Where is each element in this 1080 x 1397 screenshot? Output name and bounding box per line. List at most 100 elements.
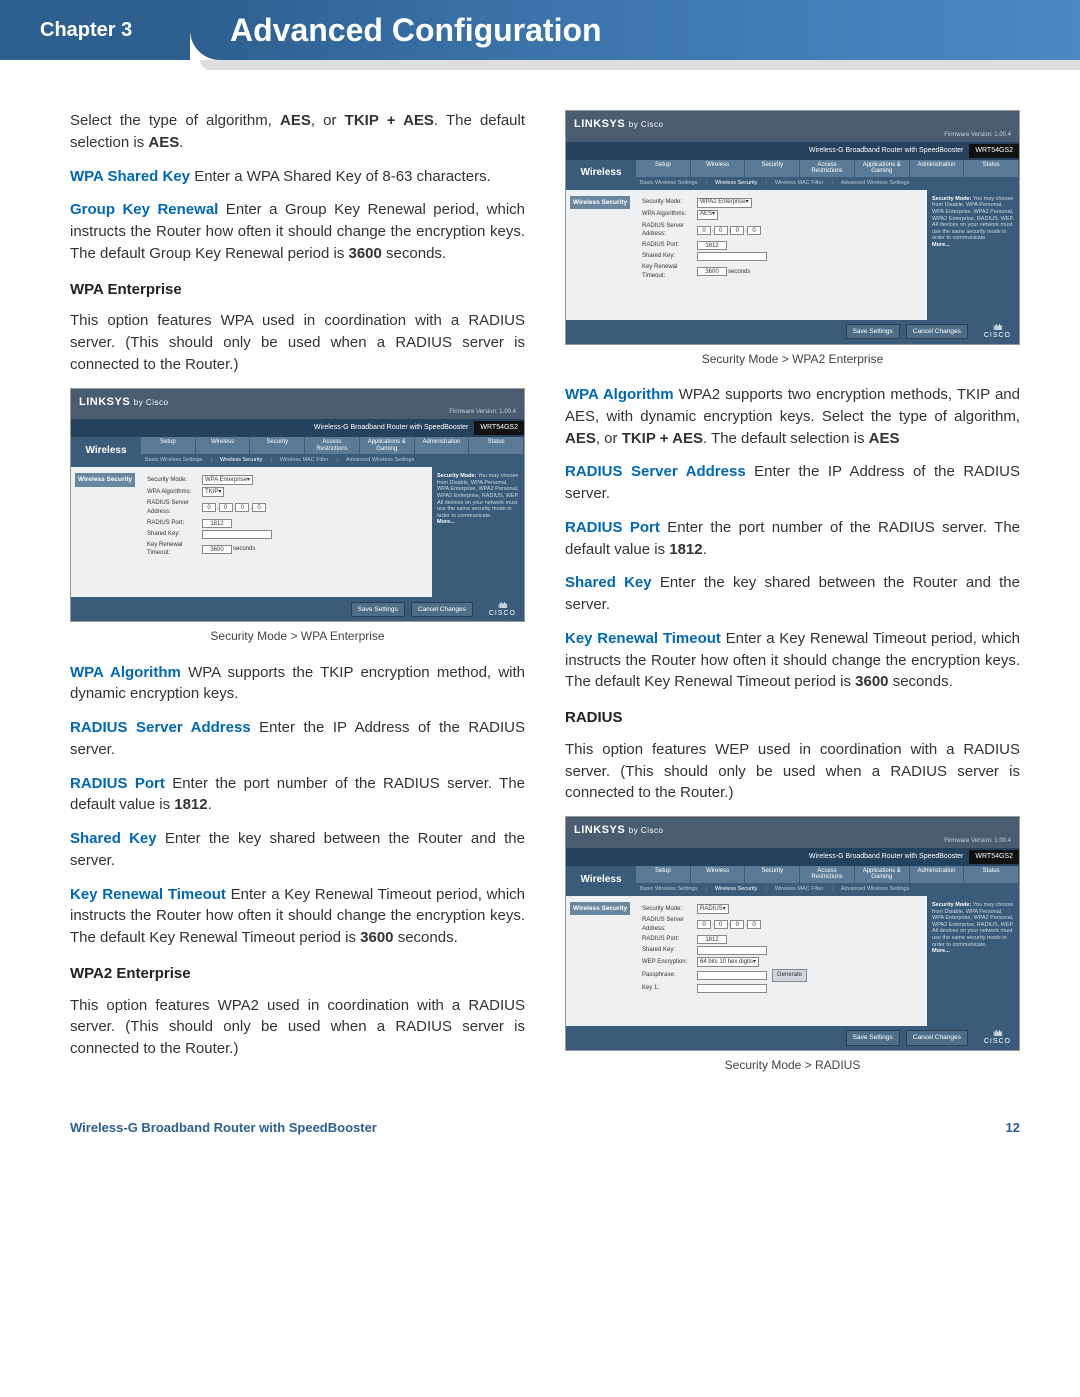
product-name: Wireless-G Broadband Router with SpeedBo… [566, 852, 969, 862]
tab-wireless[interactable]: Wireless [691, 866, 746, 883]
subtab-basic[interactable]: Basic Wireless Settings [141, 455, 206, 467]
tab-setup[interactable]: Setup [141, 437, 196, 454]
radius-ip-3[interactable]: 0 [730, 226, 744, 235]
radius-ip-2[interactable]: 0 [714, 226, 728, 235]
para: Group Key Renewal Enter a Group Key Rene… [70, 199, 525, 264]
radius-ip-4[interactable]: 0 [252, 503, 266, 512]
section-label: Wireless Security [570, 902, 630, 915]
save-settings-button[interactable]: Save Settings [351, 602, 405, 617]
radius-ip-1[interactable]: 0 [697, 920, 711, 929]
radius-ip-4[interactable]: 0 [747, 920, 761, 929]
footer-product: Wireless-G Broadband Router with SpeedBo… [70, 1120, 377, 1135]
tab-wireless[interactable]: Wireless [196, 437, 251, 454]
para: Key Renewal Timeout Enter a Key Renewal … [70, 884, 525, 949]
tab-apps[interactable]: Applications & Gaming [855, 160, 910, 177]
subtab-basic[interactable]: Basic Wireless Settings [636, 178, 701, 190]
cisco-logo: ıılıılııCISCO [984, 1030, 1011, 1045]
passphrase-input[interactable] [697, 971, 767, 980]
section-label: Wireless Security [75, 473, 135, 486]
tab-wireless[interactable]: Wireless [691, 160, 746, 177]
footer-page-number: 12 [1006, 1120, 1020, 1135]
tab-access[interactable]: Access Restrictions [800, 160, 855, 177]
wpa-algorithm-select[interactable]: AES ▾ [697, 210, 718, 220]
tab-status[interactable]: Status [469, 437, 524, 454]
screenshot-wpa-enterprise: LINKSYS by Cisco Firmware Version: 1.00.… [70, 388, 525, 623]
left-column: Select the type of algorithm, AES, or TK… [70, 110, 525, 1090]
tab-access[interactable]: Access Restrictions [800, 866, 855, 883]
tab-apps[interactable]: Applications & Gaming [360, 437, 415, 454]
para: This option features WPA2 used in coordi… [70, 995, 525, 1060]
subtab-mac[interactable]: Wireless MAC Filter [771, 884, 828, 896]
tab-admin[interactable]: Administration [415, 437, 470, 454]
tab-admin[interactable]: Administration [910, 160, 965, 177]
wpa-algorithm-select[interactable]: TKIP ▾ [202, 487, 224, 497]
key-renewal-input[interactable]: 3600 [697, 267, 727, 276]
subtab-basic[interactable]: Basic Wireless Settings [636, 884, 701, 896]
tab-category-wireless: Wireless [71, 437, 141, 465]
subtab-mac[interactable]: Wireless MAC Filter [771, 178, 828, 190]
tab-category-wireless: Wireless [566, 866, 636, 894]
subheading-radius: RADIUS [565, 707, 1020, 729]
security-mode-select[interactable]: WPA Enterprise ▾ [202, 475, 253, 485]
shared-key-input[interactable] [697, 946, 767, 955]
radius-ip-2[interactable]: 0 [714, 920, 728, 929]
para: This option features WEP used in coordin… [565, 739, 1020, 804]
shared-key-input[interactable] [202, 530, 272, 539]
security-mode-select[interactable]: RADIUS ▾ [697, 904, 729, 914]
tab-security[interactable]: Security [250, 437, 305, 454]
radius-ip-1[interactable]: 0 [697, 226, 711, 235]
key1-input[interactable] [697, 984, 767, 993]
tab-status[interactable]: Status [964, 866, 1019, 883]
tab-apps[interactable]: Applications & Gaming [855, 866, 910, 883]
save-settings-button[interactable]: Save Settings [846, 1030, 900, 1045]
screenshot-radius: LINKSYS by Cisco Firmware Version: 1.00.… [565, 816, 1020, 1051]
page-footer: Wireless-G Broadband Router with SpeedBo… [0, 1120, 1080, 1155]
screenshot-caption: Security Mode > WPA2 Enterprise [565, 351, 1020, 368]
security-mode-select[interactable]: WPA2 Enterprise ▾ [697, 198, 752, 208]
generate-button[interactable]: Generate [772, 969, 807, 982]
tab-setup[interactable]: Setup [636, 866, 691, 883]
tab-security[interactable]: Security [745, 160, 800, 177]
help-panel: Security Mode: You may choose from Disab… [927, 190, 1019, 320]
tab-setup[interactable]: Setup [636, 160, 691, 177]
cancel-changes-button[interactable]: Cancel Changes [411, 602, 473, 617]
tab-access[interactable]: Access Restrictions [305, 437, 360, 454]
tab-security[interactable]: Security [745, 866, 800, 883]
radius-port-input[interactable]: 1812 [697, 241, 727, 250]
tab-status[interactable]: Status [964, 160, 1019, 177]
subtab-security[interactable]: Wireless Security [711, 884, 761, 896]
wep-encryption-select[interactable]: 64 bits 10 hex digits ▾ [697, 957, 759, 967]
subtab-security[interactable]: Wireless Security [711, 178, 761, 190]
screenshot-wpa2-enterprise: LINKSYS by Cisco Firmware Version: 1.00.… [565, 110, 1020, 345]
radius-ip-3[interactable]: 0 [235, 503, 249, 512]
para: RADIUS Server Address Enter the IP Addre… [70, 717, 525, 761]
screenshot-caption: Security Mode > WPA Enterprise [70, 628, 525, 645]
radius-ip-3[interactable]: 0 [730, 920, 744, 929]
shared-key-input[interactable] [697, 252, 767, 261]
page-title: Advanced Configuration [230, 12, 602, 49]
radius-ip-2[interactable]: 0 [219, 503, 233, 512]
subtab-mac[interactable]: Wireless MAC Filter [276, 455, 333, 467]
model-badge: WRT54GS2 [474, 421, 524, 435]
para: Shared Key Enter the key shared between … [70, 828, 525, 872]
radius-ip-1[interactable]: 0 [202, 503, 216, 512]
cancel-changes-button[interactable]: Cancel Changes [906, 1030, 968, 1045]
cancel-changes-button[interactable]: Cancel Changes [906, 324, 968, 339]
subtab-advanced[interactable]: Advanced Wireless Settings [837, 884, 913, 896]
save-settings-button[interactable]: Save Settings [846, 324, 900, 339]
subtab-security[interactable]: Wireless Security [216, 455, 266, 467]
radius-ip-4[interactable]: 0 [747, 226, 761, 235]
radius-port-input[interactable]: 1812 [202, 519, 232, 528]
tab-category-wireless: Wireless [566, 160, 636, 188]
para: RADIUS Port Enter the port number of the… [70, 773, 525, 817]
para: WPA Algorithm WPA supports the TKIP encr… [70, 662, 525, 706]
para: RADIUS Server Address Enter the IP Addre… [565, 461, 1020, 505]
key-renewal-input[interactable]: 3600 [202, 545, 232, 554]
right-column: LINKSYS by Cisco Firmware Version: 1.00.… [565, 110, 1020, 1090]
product-name: Wireless-G Broadband Router with SpeedBo… [71, 423, 474, 433]
subtab-advanced[interactable]: Advanced Wireless Settings [342, 455, 418, 467]
para: RADIUS Port Enter the port number of the… [565, 517, 1020, 561]
radius-port-input[interactable]: 1812 [697, 935, 727, 944]
tab-admin[interactable]: Administration [910, 866, 965, 883]
subtab-advanced[interactable]: Advanced Wireless Settings [837, 178, 913, 190]
